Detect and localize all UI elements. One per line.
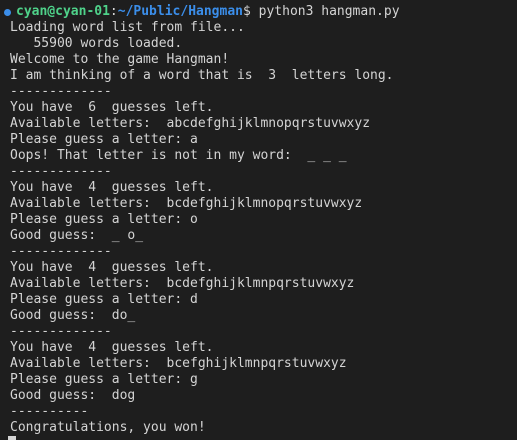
output-line: Good guess: _ o_ — [10, 228, 144, 243]
output-line: ------------- — [10, 324, 112, 339]
output-line: You have 4 guesses left. — [10, 180, 214, 195]
output-line: Loading word list from file... — [10, 20, 245, 35]
output-line: You have 6 guesses left. — [10, 100, 214, 115]
output-line: I am thinking of a word that is 3 letter… — [10, 68, 394, 83]
circle-icon — [4, 8, 11, 16]
output-line: ------------- — [10, 164, 112, 179]
output-line: Congratulations, you won! — [10, 420, 206, 435]
output-line: ---------- — [10, 404, 89, 419]
terminal-output: Loading word list from file... 55900 wor… — [10, 20, 517, 436]
output-line: Please guess a letter: d — [10, 292, 198, 307]
prompt-user-host: cyan@cyan-01 — [16, 4, 110, 19]
terminal-window[interactable]: cyan@cyan-01 : ~/Public/Hangman $ python… — [0, 0, 517, 440]
output-line: Welcome to the game Hangman! — [10, 52, 230, 67]
output-line: Please guess a letter: a — [10, 132, 198, 147]
output-line: ------------- — [10, 244, 112, 259]
output-line: Available letters: bcdefghijklmnpqrstuvw… — [10, 276, 355, 291]
output-line: Please guess a letter: g — [10, 372, 198, 387]
output-line: Please guess a letter: o — [10, 212, 198, 227]
prompt-line: cyan@cyan-01 : ~/Public/Hangman $ python… — [4, 4, 517, 20]
output-line: You have 4 guesses left. — [10, 340, 214, 355]
prompt-symbol: $ — [242, 4, 251, 19]
output-line: Available letters: bcdefghijklmnopqrstuv… — [10, 196, 363, 211]
terminal-cursor — [8, 436, 16, 440]
output-line: Oops! That letter is not in my word: _ _… — [10, 148, 347, 163]
output-line: 55900 words loaded. — [10, 36, 183, 51]
prompt-command: python3 hangman.py — [250, 4, 400, 19]
output-line: Good guess: do_ — [10, 308, 136, 323]
output-line: Available letters: bcefghijklmnpqrstuvwx… — [10, 356, 347, 371]
output-line: Good guess: dog — [10, 388, 136, 403]
output-line: You have 4 guesses left. — [10, 260, 214, 275]
prompt-path: ~/Public/Hangman — [117, 4, 243, 19]
prompt-separator: : — [109, 4, 118, 19]
output-line: Available letters: abcdefghijklmnopqrstu… — [10, 116, 371, 131]
output-line: ------------- — [10, 84, 112, 99]
